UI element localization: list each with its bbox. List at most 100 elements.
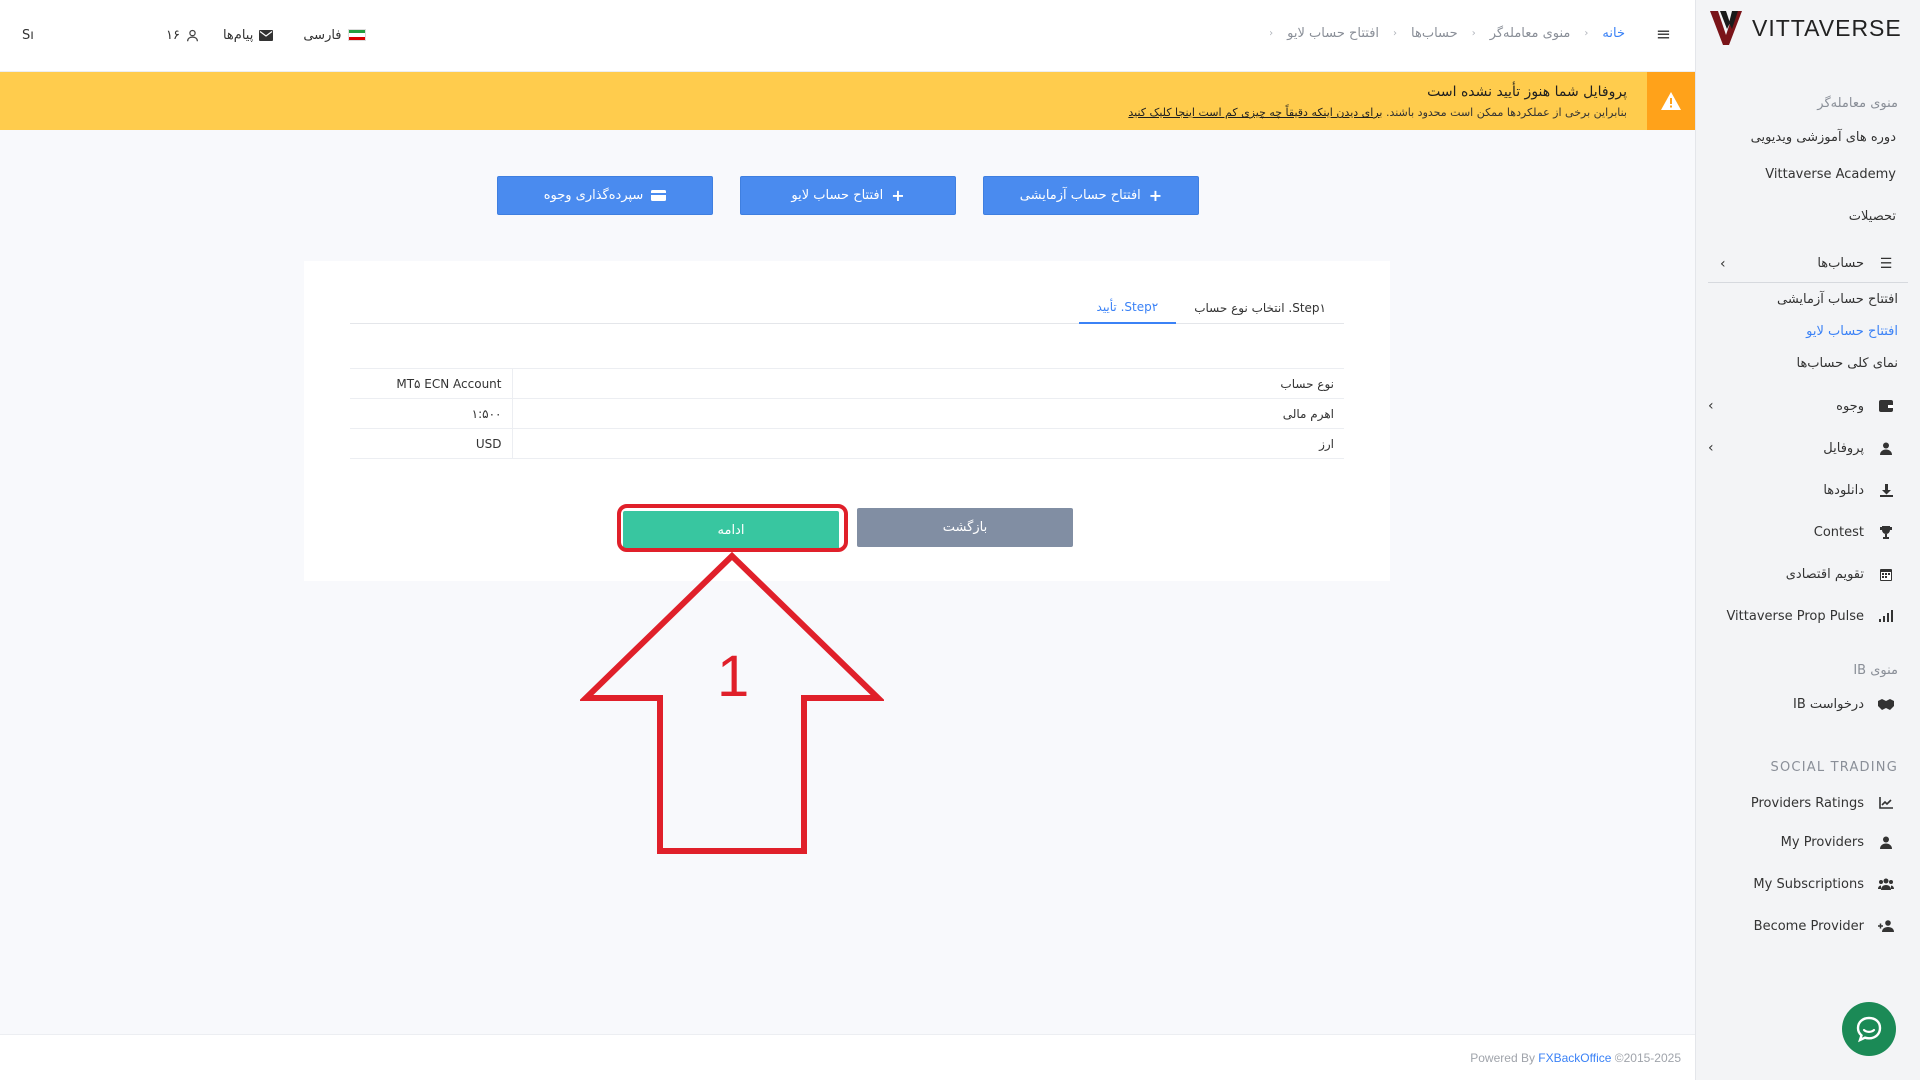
plus-icon: + <box>891 186 905 205</box>
sidebar-item-contest[interactable]: Contest <box>1696 511 1920 553</box>
account-summary-table: MT۵ ECN Account نوع حساب ۱:۵۰۰ اهرم مالی… <box>350 368 1344 459</box>
open-live-account-button[interactable]: + افتتاح حساب لایو <box>740 176 956 215</box>
back-button[interactable]: بازگشت <box>857 508 1073 547</box>
brand-logo[interactable]: VITTAVERSE <box>1696 0 1920 56</box>
search-input[interactable] <box>22 24 142 46</box>
annotation-highlight-box <box>617 504 848 552</box>
sidebar-item-prop-pulse[interactable]: Vittaverse Prop Pulse <box>1696 595 1920 637</box>
breadcrumb-trader-menu[interactable]: منوی معامله‌گر <box>1490 26 1571 41</box>
language-switcher[interactable]: فارسی <box>303 27 366 43</box>
user-menu[interactable]: ۱۶ <box>166 28 199 43</box>
breadcrumb-home[interactable]: خانه <box>1602 26 1625 41</box>
sidebar-item-label: My Subscriptions <box>1753 876 1864 892</box>
user-icon <box>186 29 198 41</box>
account-type-value: MT۵ ECN Account <box>350 368 512 399</box>
sidebar-item-label: تقویم اقتصادی <box>1785 566 1864 582</box>
sidebar-item-label: Vittaverse Academy <box>1765 166 1896 182</box>
sidebar-item-ib-request[interactable]: درخواست IB <box>1696 688 1920 720</box>
user-count: ۱۶ <box>166 27 180 43</box>
sidebar-item-providers-ratings[interactable]: Providers Ratings <box>1696 785 1920 821</box>
sidebar-item-downloads[interactable]: دانلودها <box>1696 469 1920 511</box>
annotation-step-number: 1 <box>717 644 750 709</box>
wizard-tabs: Step۱. انتخاب نوع حساب Step۲. تأیید <box>350 291 1344 324</box>
users-icon <box>1876 874 1896 894</box>
breadcrumb-current: افتتاح حساب لایو <box>1287 26 1380 41</box>
open-demo-account-label: افتتاح حساب آزمایشی <box>1019 188 1141 203</box>
line-chart-icon <box>1876 793 1896 813</box>
deposit-funds-button[interactable]: سپرده‌گذاری وجوه <box>497 176 713 215</box>
sidebar-item-my-providers[interactable]: My Providers <box>1696 821 1920 863</box>
open-live-account-label: افتتاح حساب لایو <box>791 188 884 203</box>
chevron-icon: › <box>1708 398 1714 414</box>
profile-warning-alert: پروفایل شما هنوز تأیید نشده است بنابراین… <box>0 72 1695 130</box>
warning-icon <box>1661 92 1681 110</box>
sidebar-item-my-subscriptions[interactable]: My Subscriptions <box>1696 863 1920 905</box>
header-tools: ۱۶ پیام‌ها فارسی <box>22 24 366 46</box>
leverage-label: اهرم مالی <box>511 398 1344 429</box>
tab-step2-confirm[interactable]: Step۲. تأیید <box>1078 291 1177 324</box>
sidebar-item-label: Become Provider <box>1753 918 1864 934</box>
alert-details-link[interactable]: برای دیدن اینکه دقیقاً چه چیزی کم است ای… <box>1128 106 1382 119</box>
footer-company-link[interactable]: FXBackOffice <box>1538 1051 1611 1065</box>
sidebar-item-become-provider[interactable]: Become Provider <box>1696 905 1920 947</box>
sidebar-item-label: دانلودها <box>1823 482 1864 498</box>
sidebar-item-label: درخواست IB <box>1793 696 1864 712</box>
leverage-value: ۱:۵۰۰ <box>350 398 512 429</box>
user-icon <box>1876 438 1896 458</box>
list-icon: ☰ <box>1879 255 1893 272</box>
alert-description: بنابراین برخی از عملکردها ممکن است محدود… <box>1128 106 1627 119</box>
sidebar-item-education[interactable]: تحصیلات <box>1696 195 1920 237</box>
breadcrumb-accounts[interactable]: حساب‌ها <box>1411 26 1458 41</box>
sidebar-item-label: دوره های آموزشی ویدیویی <box>1750 129 1896 145</box>
credit-card-icon <box>651 190 667 201</box>
sidebar-item-academy[interactable]: Vittaverse Academy <box>1696 153 1920 195</box>
breadcrumb-separator-icon: ‹ <box>1269 28 1274 39</box>
currency-value: USD <box>350 428 512 459</box>
breadcrumb-separator-icon: ‹ <box>1393 28 1398 39</box>
footer-copyright: ©2015-2025 <box>1611 1051 1681 1065</box>
breadcrumb-separator-icon: ‹ <box>1471 28 1476 39</box>
table-row: USD ارز <box>350 428 1344 459</box>
vittaverse-logo-icon <box>1710 11 1742 45</box>
chevron-icon: › <box>1720 255 1726 272</box>
sidebar-item-label: پروفایل <box>1823 440 1864 456</box>
plus-icon: + <box>1148 186 1163 205</box>
sidebar-item-video-courses[interactable]: دوره های آموزشی ویدیویی <box>1696 121 1920 153</box>
hamburger-menu-icon[interactable]: ≡ <box>1656 24 1671 45</box>
table-row: MT۵ ECN Account نوع حساب <box>350 368 1344 399</box>
sidebar-item-economic-calendar[interactable]: تقویم اقتصادی <box>1696 553 1920 595</box>
sidebar-item-funds[interactable]: وجوه › <box>1696 385 1920 427</box>
chevron-icon: › <box>1708 440 1714 456</box>
sidebar-item-accounts[interactable]: ☰ حساب‌ها › <box>1708 245 1908 283</box>
calendar-icon <box>1876 564 1896 584</box>
table-row: ۱:۵۰۰ اهرم مالی <box>350 398 1344 429</box>
wallet-icon <box>1876 396 1896 416</box>
user-tie-icon <box>1876 832 1896 852</box>
live-chat-button[interactable] <box>1842 1002 1896 1056</box>
handshake-icon <box>1876 694 1896 714</box>
breadcrumb-separator-icon: ‹ <box>1584 28 1589 39</box>
brand-name: VITTAVERSE <box>1752 14 1902 41</box>
sidebar-section-ib: منوی IB <box>1853 663 1898 678</box>
currency-label: ارز <box>511 428 1344 459</box>
sidebar: VITTAVERSE منوی معامله‌گر دوره های آموزش… <box>1695 0 1920 1080</box>
sidebar-subitem-open-live[interactable]: افتتاح حساب لایو <box>1696 315 1920 347</box>
account-type-label: نوع حساب <box>511 368 1344 399</box>
language-label: فارسی <box>303 27 342 43</box>
sidebar-subitem-open-demo[interactable]: افتتاح حساب آزمایشی <box>1696 283 1920 315</box>
alert-icon-box <box>1647 72 1695 130</box>
open-demo-account-button[interactable]: + افتتاح حساب آزمایشی <box>983 176 1199 215</box>
sidebar-item-profile[interactable]: پروفایل › <box>1696 427 1920 469</box>
messages-label: پیام‌ها <box>222 27 254 43</box>
signal-bars-icon <box>1876 606 1896 626</box>
chat-bubble-icon <box>1856 1016 1882 1043</box>
footer-powered: Powered By <box>1470 1051 1539 1065</box>
trophy-icon <box>1876 522 1896 542</box>
sidebar-section-social-trading: SOCIAL TRADING <box>1770 760 1898 775</box>
user-plus-icon <box>1876 916 1896 936</box>
sidebar-item-label: وجوه <box>1836 398 1864 414</box>
messages-link[interactable]: پیام‌ها <box>222 27 274 43</box>
alert-description-text: بنابراین برخی از عملکردها ممکن است محدود… <box>1382 106 1627 119</box>
sidebar-subitem-accounts-overview[interactable]: نمای کلی حساب‌ها <box>1696 347 1920 379</box>
tab-step1-account-type[interactable]: Step۱. انتخاب نوع حساب <box>1176 291 1344 324</box>
